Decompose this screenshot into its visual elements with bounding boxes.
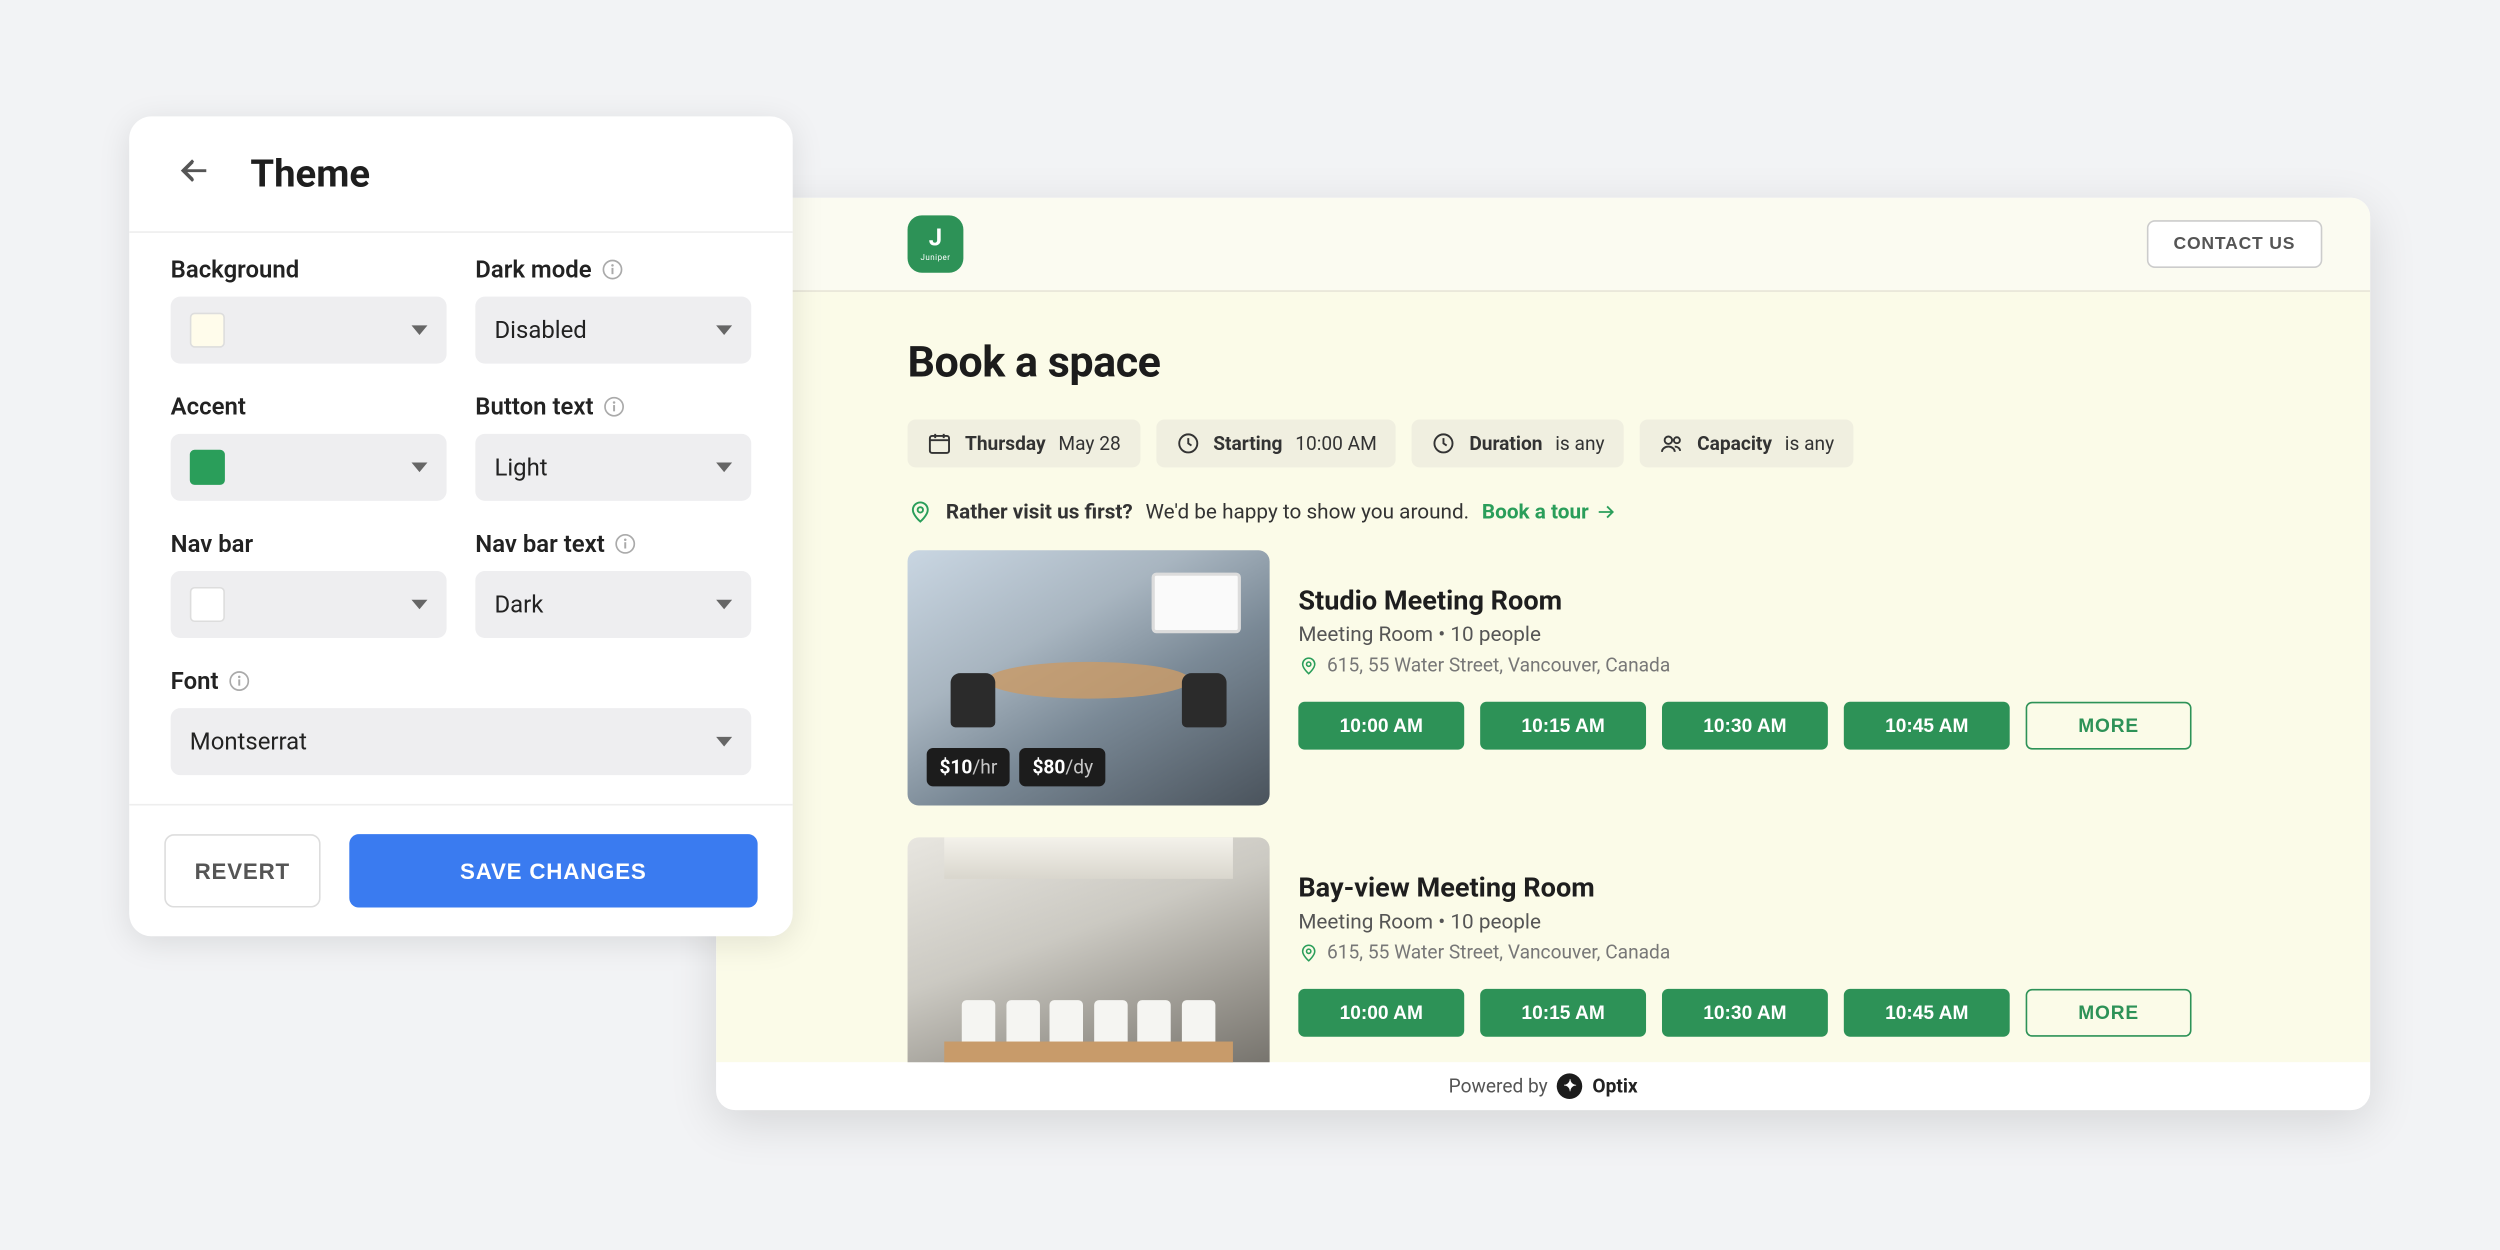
revert-button[interactable]: REVERT <box>164 834 320 907</box>
info-icon[interactable] <box>228 670 250 692</box>
navbar-swatch <box>190 587 225 622</box>
time-slot-button[interactable]: 10:30 AM <box>1662 702 1828 750</box>
darkmode-value: Disabled <box>494 316 586 345</box>
theme-panel: Theme Background Dark mode Disabled <box>129 116 793 936</box>
price-tags: $10/hr $80/dy <box>927 748 1106 786</box>
listing-name: Studio Meeting Room <box>1298 585 2322 617</box>
darkmode-select[interactable]: Disabled <box>475 297 751 364</box>
chevron-down-icon <box>412 463 428 473</box>
chevron-down-icon <box>716 600 732 610</box>
listing-address: 615, 55 Water Street, Vancouver, Canada <box>1298 654 2322 676</box>
people-icon <box>1659 431 1685 457</box>
info-icon[interactable] <box>603 396 625 418</box>
brand-initial: J <box>929 226 942 250</box>
time-slot-button[interactable]: 10:15 AM <box>1480 989 1646 1037</box>
filter-date[interactable]: Thursday May 28 <box>908 419 1140 467</box>
listing-subtitle: Meeting Room • 10 people <box>1298 911 2322 935</box>
contact-us-button[interactable]: CONTACT US <box>2146 220 2322 268</box>
font-value: Montserrat <box>190 727 307 756</box>
clock-icon <box>1431 431 1457 457</box>
info-icon[interactable] <box>614 533 636 555</box>
tour-callout: Rather visit us first? We'd be happy to … <box>908 499 2323 525</box>
preview-header: J Juniper CONTACT US <box>716 198 2370 292</box>
navbartext-label: Nav bar text <box>475 530 751 559</box>
listing-image[interactable] <box>908 837 1270 1062</box>
time-slot-button[interactable]: 10:00 AM <box>1298 702 1464 750</box>
time-slot-button[interactable]: 10:15 AM <box>1480 702 1646 750</box>
arrow-right-icon <box>1595 501 1617 523</box>
accent-label: Accent <box>171 392 447 421</box>
clock-icon <box>1175 431 1201 457</box>
brand-logo[interactable]: J Juniper <box>908 215 964 272</box>
navbar-select[interactable] <box>171 571 447 638</box>
chevron-down-icon <box>412 600 428 610</box>
pin-icon <box>1298 655 1319 676</box>
buttontext-value: Light <box>494 453 547 482</box>
background-label: Background <box>171 255 447 284</box>
theme-header: Theme <box>129 116 793 232</box>
listing-card: Bay-view Meeting Room Meeting Room • 10 … <box>908 837 2323 1062</box>
background-swatch <box>190 313 225 348</box>
time-slot-button[interactable]: 10:45 AM <box>1844 702 2010 750</box>
powered-by: Powered by ✦ Optix <box>716 1062 2370 1110</box>
listing-subtitle: Meeting Room • 10 people <box>1298 624 2322 648</box>
filter-row: Thursday May 28 Starting 10:00 AM Durati… <box>908 419 2323 467</box>
back-arrow-icon[interactable] <box>171 153 212 194</box>
time-slot-button[interactable]: 10:30 AM <box>1662 989 1828 1037</box>
chevron-down-icon <box>716 463 732 473</box>
chevron-down-icon <box>716 737 732 747</box>
listing-address: 615, 55 Water Street, Vancouver, Canada <box>1298 941 2322 963</box>
time-slot-button[interactable]: 10:00 AM <box>1298 989 1464 1037</box>
navbartext-select[interactable]: Dark <box>475 571 751 638</box>
pin-icon <box>1298 942 1319 963</box>
chevron-down-icon <box>412 325 428 335</box>
font-label: Font <box>171 667 752 696</box>
theme-title: Theme <box>250 152 370 197</box>
more-slots-button[interactable]: MORE <box>2026 702 2192 750</box>
preview-panel: J Juniper CONTACT US Book a space Thursd… <box>716 198 2370 1110</box>
info-icon[interactable] <box>601 258 623 280</box>
page-title: Book a space <box>908 337 2323 388</box>
save-changes-button[interactable]: SAVE CHANGES <box>349 834 758 907</box>
buttontext-label: Button text <box>475 392 751 421</box>
filter-duration[interactable]: Duration is any <box>1412 419 1624 467</box>
listing-card: $10/hr $80/dy Studio Meeting Room Meetin… <box>908 550 2323 805</box>
listing-image[interactable]: $10/hr $80/dy <box>908 550 1270 805</box>
accent-select[interactable] <box>171 434 447 501</box>
chevron-down-icon <box>716 325 732 335</box>
listing-name: Bay-view Meeting Room <box>1298 872 2322 904</box>
book-tour-link[interactable]: Book a tour <box>1482 500 1618 524</box>
filter-capacity[interactable]: Capacity is any <box>1640 419 1854 467</box>
pin-icon <box>908 499 934 525</box>
optix-logo-icon: ✦ <box>1557 1073 1583 1099</box>
navbar-label: Nav bar <box>171 530 447 559</box>
darkmode-label: Dark mode <box>475 255 751 284</box>
accent-swatch <box>190 450 225 485</box>
background-select[interactable] <box>171 297 447 364</box>
brand-name: Juniper <box>921 253 951 263</box>
font-select[interactable]: Montserrat <box>171 708 752 775</box>
buttontext-select[interactable]: Light <box>475 434 751 501</box>
calendar-icon <box>927 431 953 457</box>
navbartext-value: Dark <box>494 590 543 619</box>
more-slots-button[interactable]: MORE <box>2026 989 2192 1037</box>
filter-starting[interactable]: Starting 10:00 AM <box>1156 419 1396 467</box>
time-slot-button[interactable]: 10:45 AM <box>1844 989 2010 1037</box>
